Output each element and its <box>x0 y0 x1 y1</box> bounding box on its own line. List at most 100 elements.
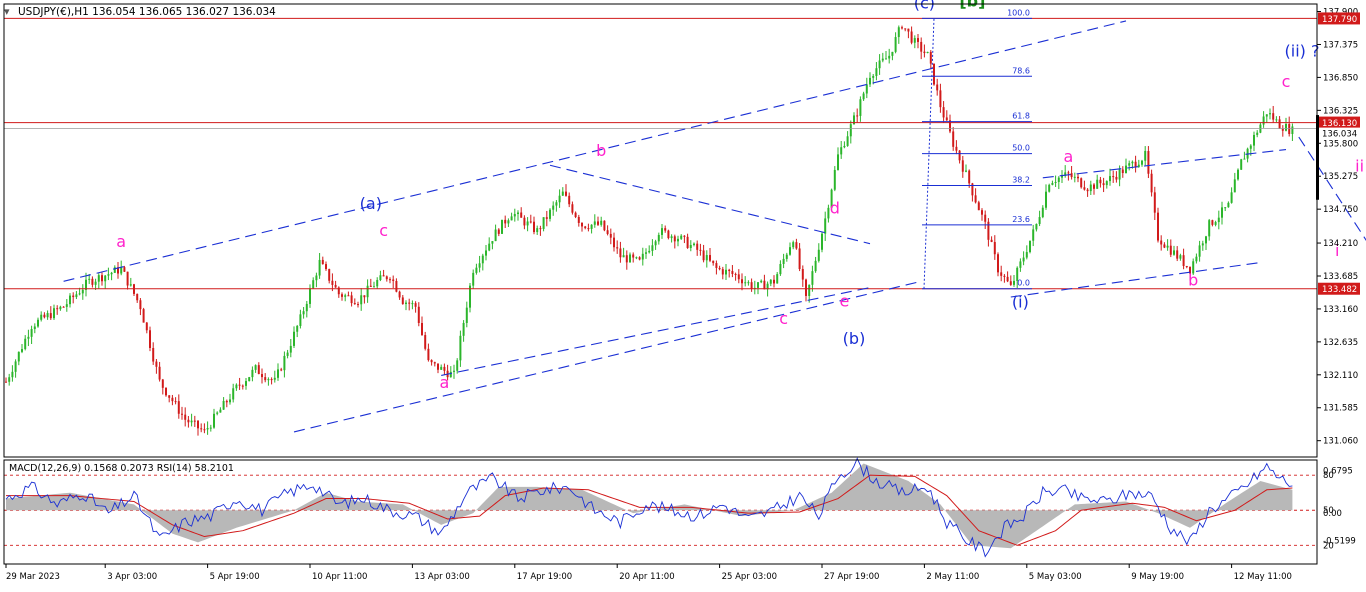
candle-body <box>1093 184 1095 189</box>
candle-body <box>392 279 395 281</box>
fib-level-label: 50.0 <box>1012 144 1030 153</box>
candle-body <box>497 229 500 234</box>
candle-body <box>721 269 724 275</box>
candle-body <box>856 115 859 117</box>
candle-body <box>289 345 292 353</box>
candle-body <box>398 291 401 298</box>
chart-window[interactable]: 100.0 78.6 61.8 50.0 38.2 23.6 0.0 (c) [b] a (a) c b… <box>0 0 1366 588</box>
candle-body <box>824 218 827 234</box>
candle-body <box>1144 150 1147 161</box>
candle-body <box>1227 202 1230 208</box>
candle-body <box>609 233 612 238</box>
fib-level-label: 0.0 <box>1017 279 1030 288</box>
candle-body <box>897 27 900 38</box>
candle-body <box>1131 161 1134 164</box>
wave-label: (i) <box>1012 293 1029 312</box>
candle-body <box>1099 179 1102 184</box>
candle-body <box>184 414 187 420</box>
candle-body <box>107 274 110 276</box>
candle-body <box>1237 169 1239 180</box>
candle-body <box>565 191 567 196</box>
chart-canvas[interactable]: 100.0 78.6 61.8 50.0 38.2 23.6 0.0 (c) [b] a (a) c b… <box>0 0 1366 588</box>
candle-body <box>145 322 148 331</box>
candle-body <box>568 195 571 205</box>
candle-body <box>737 274 740 280</box>
candle-body <box>309 288 311 304</box>
candle-body <box>763 280 766 290</box>
y-tick-label: 136.850 <box>1323 73 1358 83</box>
candle-body <box>811 271 814 285</box>
candle-body <box>277 369 279 378</box>
candle-body <box>683 235 686 237</box>
candle-body <box>1278 119 1281 129</box>
candle-body <box>961 160 964 172</box>
candle-body <box>865 84 868 94</box>
candle-body <box>923 51 926 54</box>
candle-body <box>529 221 532 223</box>
candle-body <box>734 273 737 275</box>
fib-level-label: 100.0 <box>1007 8 1030 17</box>
candle-body <box>677 238 679 242</box>
candle-body <box>382 275 385 277</box>
candle-body <box>549 209 551 219</box>
candle-body <box>606 230 609 234</box>
candle-body <box>715 263 718 268</box>
candle-body <box>81 289 84 294</box>
candle-body <box>334 284 337 288</box>
wave-label: b <box>596 141 606 160</box>
candle-body <box>1051 182 1054 185</box>
candle-body <box>235 384 238 389</box>
candle-body <box>1179 255 1182 259</box>
candle-body <box>664 228 667 231</box>
candle-body <box>331 280 334 285</box>
candle-body <box>286 352 289 356</box>
candle-body <box>629 254 631 263</box>
candle-body <box>395 280 398 292</box>
candle-body <box>728 269 731 272</box>
candle-body <box>731 271 734 274</box>
candle-body <box>174 401 177 403</box>
candle-body <box>651 245 654 251</box>
candle-body <box>37 319 39 327</box>
candle-body <box>1025 252 1028 258</box>
wave-label: b <box>1188 271 1198 290</box>
candle-body <box>200 428 203 430</box>
candle-body <box>552 205 555 210</box>
candle-body <box>203 429 206 431</box>
candle-body <box>1182 255 1185 266</box>
candle-body <box>670 236 673 239</box>
wave-label: (c) <box>914 0 935 12</box>
candle-body <box>379 275 382 281</box>
candle-body <box>1089 184 1092 192</box>
candle-body <box>798 248 801 270</box>
candle-body <box>104 275 107 282</box>
candle-body <box>1083 187 1086 190</box>
current-price-label: 136.034 <box>1322 130 1357 140</box>
candle-body <box>1153 192 1156 213</box>
candle-body <box>88 278 91 280</box>
candle-body <box>795 242 798 249</box>
triangle-down-icon[interactable]: ▾ <box>4 5 10 18</box>
candle-body <box>571 204 574 213</box>
candle-body <box>699 249 702 251</box>
wave-label: (a) <box>360 194 382 213</box>
candle-body <box>152 347 155 362</box>
candle-body <box>952 131 955 147</box>
candle-body <box>555 202 558 206</box>
candle-body <box>1086 189 1089 192</box>
candle-body <box>769 279 772 284</box>
candle-body <box>312 280 315 289</box>
candle-body <box>673 236 676 242</box>
candle-body <box>181 413 183 415</box>
candle-body <box>440 366 443 370</box>
candle-body <box>504 219 507 224</box>
candle-body <box>94 281 97 285</box>
candle-body <box>577 216 580 223</box>
candle-body <box>142 309 145 323</box>
candle-body <box>1205 236 1207 244</box>
candle-body <box>981 210 983 215</box>
candle-body <box>5 381 7 383</box>
candle-body <box>1073 176 1076 178</box>
candle-body <box>158 366 161 380</box>
candle-body <box>1176 250 1179 259</box>
